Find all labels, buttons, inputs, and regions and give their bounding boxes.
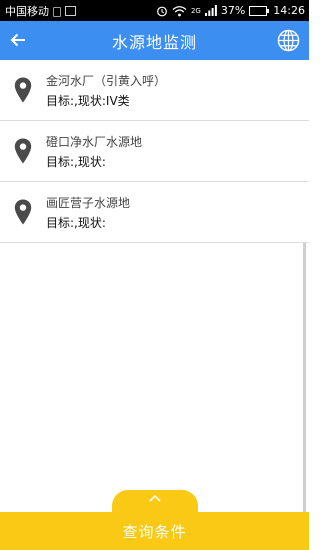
globe-icon xyxy=(277,29,300,52)
location-pin-icon xyxy=(14,77,32,103)
site-name: 画匠营子水源地 xyxy=(46,195,131,210)
location-pin-icon xyxy=(14,138,32,164)
query-conditions-label: 查询条件 xyxy=(122,522,187,541)
battery-icon xyxy=(249,5,270,16)
back-button[interactable] xyxy=(6,28,30,52)
screen: 中国移动 2G 37% 14:26 水源地监测 金河水厂（引黄入呼） 目标:,现… xyxy=(0,0,309,550)
carrier-name: 中国移动 xyxy=(5,4,49,18)
site-name: 磴口净水厂水源地 xyxy=(46,134,143,149)
site-name: 金河水厂（引黄入呼） xyxy=(46,73,167,88)
globe-button[interactable] xyxy=(276,28,301,53)
site-status: 目标:,现状:IV类 xyxy=(46,93,130,108)
wifi-icon xyxy=(172,5,187,16)
site-list: 金河水厂（引黄入呼） 目标:,现状:IV类 磴口净水厂水源地 目标:,现状: 画… xyxy=(0,60,309,243)
status-right: 2G 37% 14:26 xyxy=(156,4,305,17)
app-bar: 水源地监测 xyxy=(0,21,309,60)
list-item-text: 金河水厂（引黄入呼） 目标:,现状:IV类 xyxy=(46,72,166,109)
network-type: 2G xyxy=(190,6,201,15)
clock: 14:26 xyxy=(273,4,305,17)
list-item[interactable]: 磴口净水厂水源地 目标:,现状: xyxy=(0,121,309,182)
lock-icon xyxy=(53,6,61,17)
image-notification-icon xyxy=(65,5,76,16)
page-title: 水源地监测 xyxy=(111,32,197,52)
scrollbar[interactable] xyxy=(303,243,306,513)
site-status: 目标:,现状: xyxy=(46,154,106,169)
alarm-icon xyxy=(157,6,167,16)
signal-icon xyxy=(204,5,217,16)
battery-percent: 37% xyxy=(220,4,246,17)
status-left: 中国移动 xyxy=(5,3,76,19)
list-item[interactable]: 画匠营子水源地 目标:,现状: xyxy=(0,182,309,243)
list-item-text: 画匠营子水源地 目标:,现状: xyxy=(46,194,130,231)
list-item[interactable]: 金河水厂（引黄入呼） 目标:,现状:IV类 xyxy=(0,60,309,121)
back-arrow-icon xyxy=(10,33,25,47)
site-status: 目标:,现状: xyxy=(46,215,106,230)
list-item-text: 磴口净水厂水源地 目标:,现状: xyxy=(46,133,142,170)
query-conditions-button[interactable]: 查询条件 xyxy=(0,512,309,550)
chevron-up-icon xyxy=(149,494,161,502)
status-bar: 中国移动 2G 37% 14:26 xyxy=(0,0,309,21)
location-pin-icon xyxy=(14,199,32,225)
